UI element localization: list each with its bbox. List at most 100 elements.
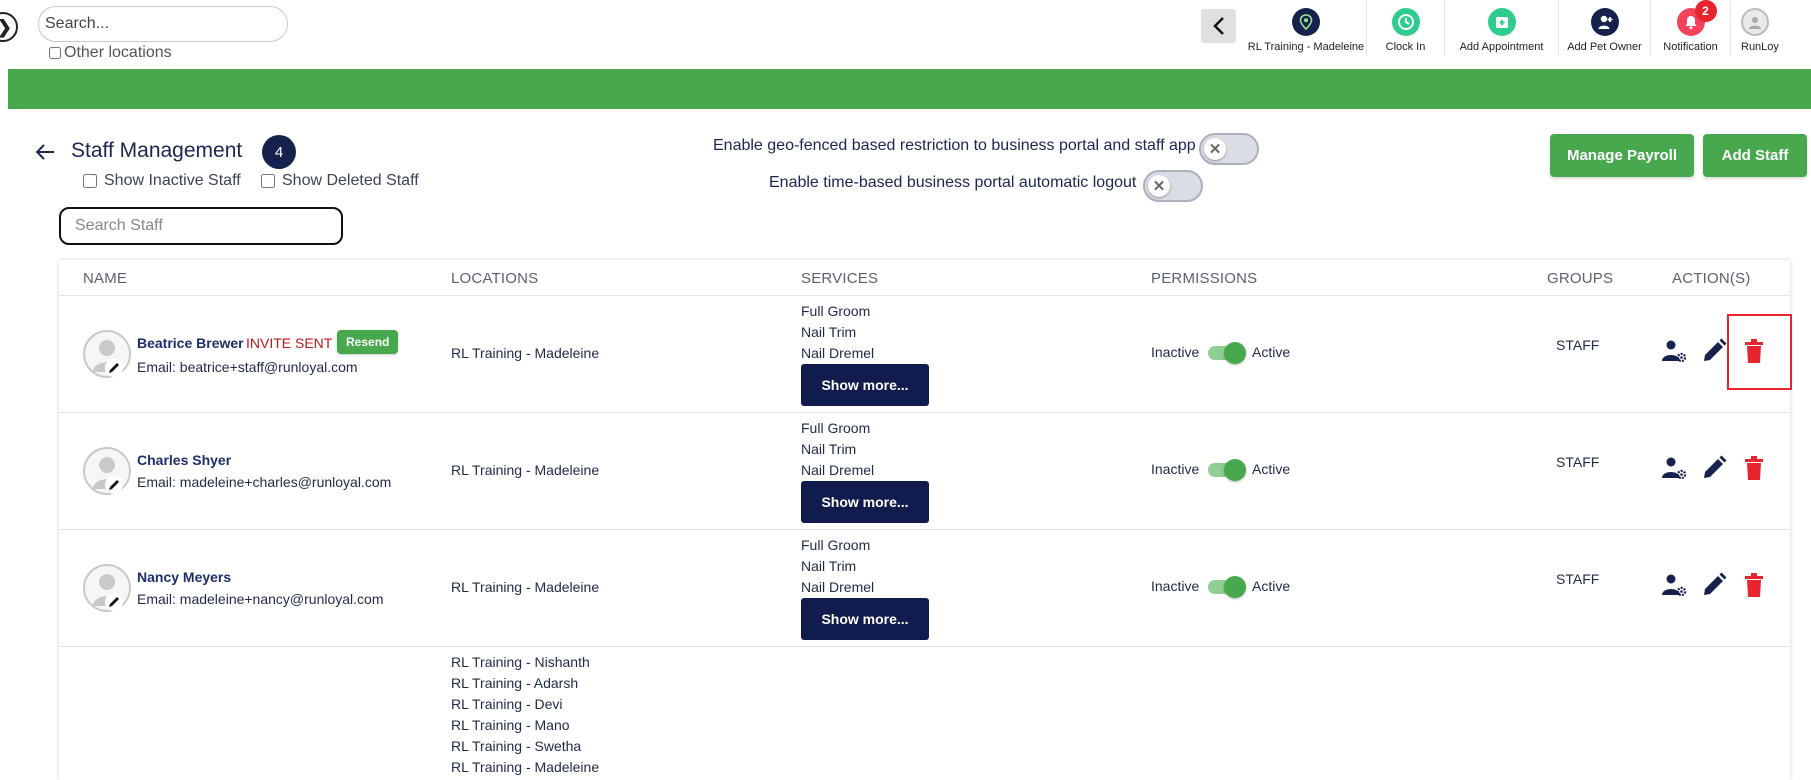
show-deleted-check[interactable] xyxy=(261,174,275,188)
staff-email: Email: beatrice+staff@runloyal.com xyxy=(137,359,358,375)
service-item: Nail Dremel xyxy=(801,579,875,595)
staff-location: RL Training - Madeleine xyxy=(451,462,600,478)
bell-icon: 2 xyxy=(1676,0,1717,36)
nav-add-appointment[interactable]: Add Appointment xyxy=(1444,0,1558,56)
service-item: Full Groom xyxy=(801,303,871,319)
edit-avatar-icon[interactable] xyxy=(105,593,123,611)
resend-invite-button[interactable]: Resend xyxy=(337,330,399,354)
clock-icon xyxy=(1391,8,1420,36)
nav-notification[interactable]: 2 Notification xyxy=(1650,0,1730,56)
geo-fence-toggle[interactable]: ✕ xyxy=(1199,133,1259,165)
row-divider xyxy=(59,529,1790,530)
show-inactive-staff-checkbox[interactable]: Show Inactive Staff xyxy=(83,172,241,190)
staff-search-input[interactable] xyxy=(59,207,343,245)
active-toggle[interactable] xyxy=(1208,459,1246,481)
col-header-permissions: PERMISSIONS xyxy=(1151,270,1258,287)
nav-user-profile[interactable]: RunLoy xyxy=(1730,0,1790,56)
trash-icon[interactable] xyxy=(1740,571,1768,599)
staff-email: Email: madeleine+charles@runloyal.com xyxy=(137,474,392,490)
service-item: Nail Dremel xyxy=(801,462,875,478)
edit-avatar-icon[interactable] xyxy=(105,359,123,377)
col-header-name: NAME xyxy=(83,270,128,287)
perm-active-label: Active xyxy=(1252,461,1291,477)
location-item: RL Training - Madeleine xyxy=(451,759,600,775)
location-item: RL Training - Nishanth xyxy=(451,654,590,670)
back-arrow-icon[interactable] xyxy=(34,141,56,163)
other-locations-label: Other locations xyxy=(64,44,172,61)
close-icon: ✕ xyxy=(1148,175,1170,197)
top-nav: RL Training - Madeleine Clock In Add App… xyxy=(1246,0,1790,56)
row-divider xyxy=(59,646,1790,647)
location-item: RL Training - Swetha xyxy=(451,738,582,754)
edit-avatar-icon[interactable] xyxy=(105,476,123,494)
toggle-knob xyxy=(1224,459,1246,481)
auto-logout-label: Enable time-based business portal automa… xyxy=(769,174,1137,191)
nav-location[interactable]: RL Training - Madeleine xyxy=(1246,0,1366,56)
show-deleted-label: Show Deleted Staff xyxy=(282,172,419,189)
service-item: Nail Trim xyxy=(801,324,857,340)
show-inactive-check[interactable] xyxy=(83,174,97,188)
col-header-groups: GROUPS xyxy=(1547,270,1614,287)
row-divider xyxy=(59,412,1790,413)
table-row: RL Training - Nishanth RL Training - Ada… xyxy=(451,652,599,778)
staff-location: RL Training - Madeleine xyxy=(451,345,600,361)
nav-location-label: RL Training - Madeleine xyxy=(1247,41,1365,53)
service-item: Nail Trim xyxy=(801,441,857,457)
geo-fence-label: Enable geo-fenced based restriction to b… xyxy=(713,137,1196,154)
nav-add-pet-owner-label: Add Pet Owner xyxy=(1567,41,1642,53)
staff-name[interactable]: Beatrice Brewer xyxy=(137,335,244,351)
auto-logout-toggle[interactable]: ✕ xyxy=(1143,170,1203,202)
delete-highlight-box xyxy=(1727,314,1792,390)
invite-status: INVITE SENT xyxy=(246,335,333,351)
nav-add-appointment-label: Add Appointment xyxy=(1459,41,1544,53)
show-more-button[interactable]: Show more... xyxy=(801,481,929,523)
user-settings-icon[interactable] xyxy=(1660,337,1688,365)
expand-sidebar-button[interactable]: ❯ xyxy=(0,12,18,42)
location-item: RL Training - Devi xyxy=(451,696,563,712)
add-staff-button[interactable]: Add Staff xyxy=(1703,134,1807,177)
staff-group: STAFF xyxy=(1556,454,1600,470)
user-settings-icon[interactable] xyxy=(1660,454,1688,482)
user-settings-icon[interactable] xyxy=(1660,571,1688,599)
perm-inactive-label: Inactive xyxy=(1151,461,1200,477)
staff-name[interactable]: Nancy Meyers xyxy=(137,569,231,585)
edit-pencil-icon[interactable] xyxy=(1700,337,1728,365)
col-header-actions: ACTION(S) xyxy=(1672,270,1751,287)
other-locations-check[interactable] xyxy=(49,47,61,59)
location-pin-icon xyxy=(1292,8,1320,36)
show-more-button[interactable]: Show more... xyxy=(801,598,929,640)
collapse-nav-button[interactable] xyxy=(1201,9,1236,43)
service-item: Full Groom xyxy=(801,537,871,553)
global-search-input[interactable] xyxy=(38,6,288,42)
active-toggle[interactable] xyxy=(1208,342,1246,364)
location-item: RL Training - Mano xyxy=(451,717,570,733)
staff-name[interactable]: Charles Shyer xyxy=(137,452,231,468)
nav-clock-in[interactable]: Clock In xyxy=(1366,0,1444,56)
services-list: Full Groom Nail Trim Nail Dremel xyxy=(801,418,874,481)
toggle-knob xyxy=(1224,576,1246,598)
edit-pencil-icon[interactable] xyxy=(1700,571,1728,599)
close-icon: ✕ xyxy=(1204,138,1226,160)
perm-inactive-label: Inactive xyxy=(1151,578,1200,594)
header-divider xyxy=(59,295,1790,296)
perm-active-label: Active xyxy=(1252,578,1291,594)
show-deleted-staff-checkbox[interactable]: Show Deleted Staff xyxy=(261,172,419,190)
chevron-left-icon xyxy=(1212,17,1224,35)
manage-payroll-button[interactable]: Manage Payroll xyxy=(1550,134,1694,177)
user-avatar-icon xyxy=(1741,8,1769,36)
show-inactive-label: Show Inactive Staff xyxy=(104,172,241,189)
other-locations-checkbox[interactable]: Other locations xyxy=(49,44,172,62)
notification-count-badge: 2 xyxy=(1694,0,1717,22)
trash-icon[interactable] xyxy=(1740,454,1768,482)
col-header-locations: LOCATIONS xyxy=(451,270,539,287)
show-more-button[interactable]: Show more... xyxy=(801,364,929,406)
nav-notification-label: Notification xyxy=(1663,41,1718,53)
service-item: Nail Dremel xyxy=(801,345,875,361)
add-person-icon xyxy=(1590,8,1619,36)
staff-group: STAFF xyxy=(1556,337,1600,353)
active-toggle[interactable] xyxy=(1208,576,1246,598)
staff-location: RL Training - Madeleine xyxy=(451,579,600,595)
edit-pencil-icon[interactable] xyxy=(1700,454,1728,482)
nav-add-pet-owner[interactable]: Add Pet Owner xyxy=(1558,0,1650,56)
services-list: Full Groom Nail Trim Nail Dremel xyxy=(801,535,874,598)
